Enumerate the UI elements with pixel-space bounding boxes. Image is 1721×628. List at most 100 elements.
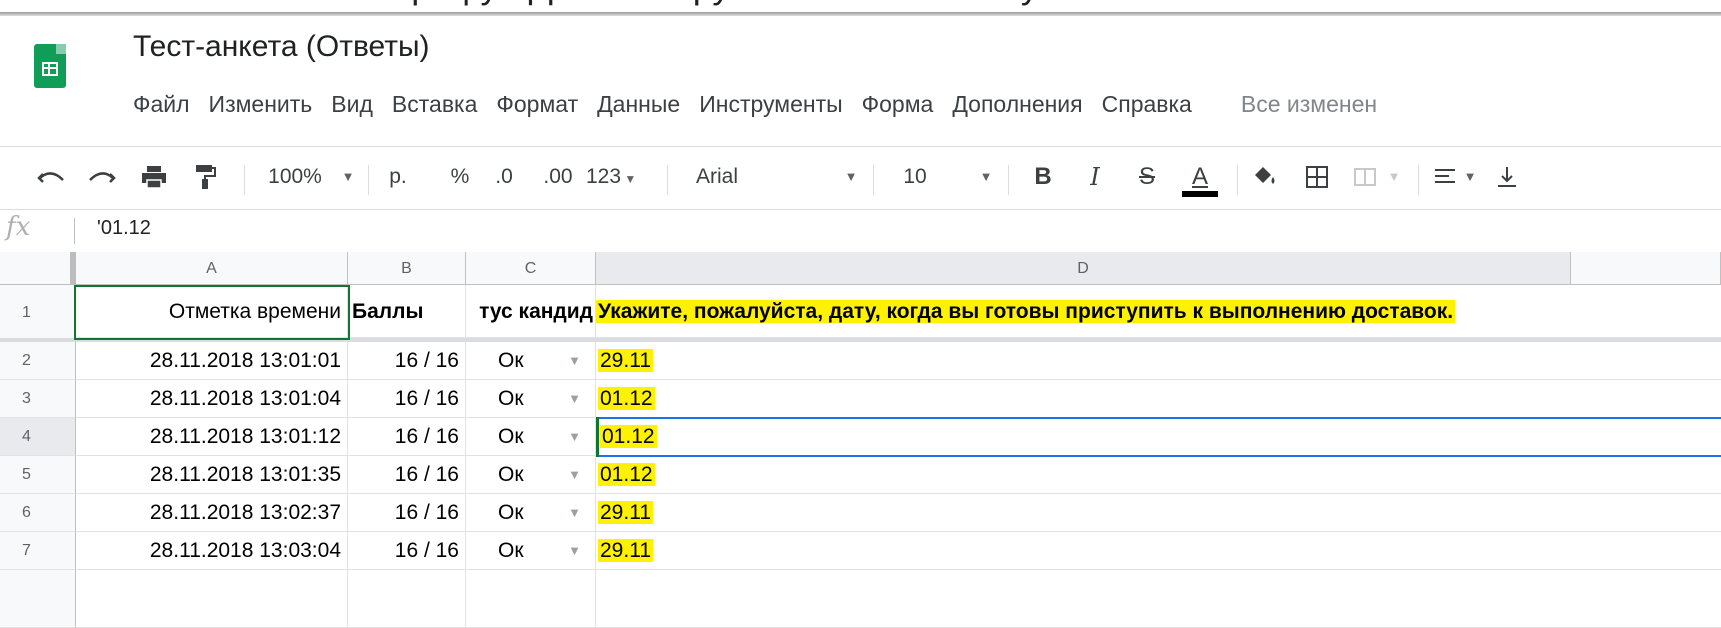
cell-b5[interactable]: 16 / 16 xyxy=(348,456,466,494)
column-header-c[interactable]: C xyxy=(466,252,596,285)
cell-c5[interactable]: Ок ▼ xyxy=(466,456,596,494)
increase-decimal-button[interactable]: .00 xyxy=(536,147,580,207)
increase-decimal-label: .00 xyxy=(543,165,573,188)
cursor-marker xyxy=(596,417,599,457)
column-header-d[interactable]: D xyxy=(596,252,1571,285)
cell-d6[interactable]: 29.11 xyxy=(596,494,1721,532)
menu-tools[interactable]: Инструменты xyxy=(699,86,842,122)
number-format-button[interactable]: 123 ▼ xyxy=(586,147,650,207)
cell-a2[interactable]: 28.11.2018 13:01:01 xyxy=(76,342,348,380)
cell-a5[interactable]: 28.11.2018 13:01:35 xyxy=(76,456,348,494)
cell-c4[interactable]: Ок ▼ xyxy=(466,418,596,456)
cell-b1[interactable]: Баллы xyxy=(348,285,466,338)
menu-addons[interactable]: Дополнения xyxy=(952,86,1082,122)
column-header-b[interactable]: B xyxy=(348,252,466,285)
save-status[interactable]: Все изменен xyxy=(1241,86,1377,122)
column-header-a[interactable]: A xyxy=(76,252,348,285)
row-header-7[interactable]: 7 xyxy=(0,532,76,570)
toolbar-separator xyxy=(1008,165,1009,195)
cell-d8[interactable] xyxy=(596,570,1721,628)
text-color-button[interactable]: A xyxy=(1180,147,1220,207)
fill-color-icon[interactable] xyxy=(1250,147,1280,207)
merge-cells-icon[interactable] xyxy=(1350,147,1380,207)
align-dropdown-icon[interactable]: ▼ xyxy=(1460,147,1480,207)
cell-b7[interactable]: 16 / 16 xyxy=(348,532,466,570)
column-header-e[interactable] xyxy=(1571,252,1721,285)
cell-c7[interactable]: Ок ▼ xyxy=(466,532,596,570)
menu-view[interactable]: Вид xyxy=(331,86,373,122)
undo-icon[interactable] xyxy=(36,147,66,207)
dropdown-arrow-icon[interactable]: ▼ xyxy=(568,532,581,569)
status-value: Ок xyxy=(498,501,524,524)
dropdown-arrow-icon[interactable]: ▼ xyxy=(568,494,581,531)
highlighted-date: 01.12 xyxy=(598,463,655,486)
cell-c2[interactable]: Ок ▼ xyxy=(466,342,596,380)
cell-a8[interactable] xyxy=(76,570,348,628)
cell-d4[interactable]: 01.12 xyxy=(596,418,1721,456)
paint-format-icon[interactable] xyxy=(190,147,220,207)
borders-icon[interactable] xyxy=(1302,147,1332,207)
zoom-select[interactable]: 100% xyxy=(265,147,325,207)
cell-b8[interactable] xyxy=(348,570,466,628)
dropdown-arrow-icon[interactable]: ▼ xyxy=(568,418,581,455)
font-size-select[interactable]: 10 xyxy=(898,147,932,207)
row-header-8[interactable] xyxy=(0,570,76,628)
highlighted-date: 29.11 xyxy=(598,501,653,524)
menu-insert[interactable]: Вставка xyxy=(392,86,478,122)
currency-format-button[interactable]: р. xyxy=(380,147,416,207)
horizontal-align-icon[interactable] xyxy=(1430,147,1460,207)
cell-b2[interactable]: 16 / 16 xyxy=(348,342,466,380)
italic-button[interactable]: I xyxy=(1082,147,1108,207)
row-header-5[interactable]: 5 xyxy=(0,456,76,494)
menu-edit[interactable]: Изменить xyxy=(209,86,313,122)
percent-format-button[interactable]: % xyxy=(448,147,472,207)
cell-b4[interactable]: 16 / 16 xyxy=(348,418,466,456)
toolbar-separator xyxy=(873,165,874,195)
document-title[interactable]: Тест-анкета (Ответы) xyxy=(133,30,430,64)
cell-a1[interactable]: Отметка времени xyxy=(76,285,348,338)
cell-c8[interactable] xyxy=(466,570,596,628)
cell-d5[interactable]: 01.12 xyxy=(596,456,1721,494)
status-value: Ок xyxy=(498,463,524,486)
cell-d3[interactable]: 01.12 xyxy=(596,380,1721,418)
dropdown-arrow-icon[interactable]: ▼ xyxy=(568,456,581,493)
strikethrough-button[interactable]: S xyxy=(1134,147,1160,207)
formula-input[interactable]: '01.12 xyxy=(97,217,151,240)
zoom-dropdown-icon[interactable]: ▼ xyxy=(338,147,358,207)
dropdown-arrow-icon[interactable]: ▼ xyxy=(568,342,581,379)
cell-b3[interactable]: 16 / 16 xyxy=(348,380,466,418)
cell-d2[interactable]: 29.11 xyxy=(596,342,1721,380)
cell-b6[interactable]: 16 / 16 xyxy=(348,494,466,532)
cell-a6[interactable]: 28.11.2018 13:02:37 xyxy=(76,494,348,532)
decrease-decimal-button[interactable]: .0 xyxy=(486,147,522,207)
cell-d1[interactable]: Укажите, пожалуйста, дату, когда вы гото… xyxy=(596,285,1721,338)
font-family-select[interactable]: Arial xyxy=(696,147,836,207)
menu-help[interactable]: Справка xyxy=(1102,86,1192,122)
menu-file[interactable]: Файл xyxy=(133,86,190,122)
font-dropdown-icon[interactable]: ▼ xyxy=(841,147,861,207)
menu-form[interactable]: Форма xyxy=(862,86,934,122)
cell-d7[interactable]: 29.11 xyxy=(596,532,1721,570)
merge-dropdown-icon[interactable]: ▼ xyxy=(1384,147,1404,207)
row-header-4[interactable]: 4 xyxy=(0,418,76,456)
row-header-1[interactable]: 1 xyxy=(0,285,76,340)
menu-format[interactable]: Формат xyxy=(496,86,578,122)
menu-data[interactable]: Данные xyxy=(597,86,680,122)
cell-c6[interactable]: Ок ▼ xyxy=(466,494,596,532)
row-header-3[interactable]: 3 xyxy=(0,380,76,418)
redo-icon[interactable] xyxy=(87,147,117,207)
cell-c1[interactable]: тус кандид xyxy=(466,285,596,338)
print-icon[interactable] xyxy=(139,147,169,207)
row-header-2[interactable]: 2 xyxy=(0,342,76,380)
cell-a4[interactable]: 28.11.2018 13:01:12 xyxy=(76,418,348,456)
row-header-6[interactable]: 6 xyxy=(0,494,76,532)
bold-button[interactable]: B xyxy=(1030,147,1056,207)
cell-a3[interactable]: 28.11.2018 13:01:04 xyxy=(76,380,348,418)
vertical-align-icon[interactable] xyxy=(1492,147,1522,207)
cell-a7[interactable]: 28.11.2018 13:03:04 xyxy=(76,532,348,570)
dropdown-arrow-icon[interactable]: ▼ xyxy=(568,380,581,417)
select-all-corner[interactable] xyxy=(0,252,76,285)
cell-c3[interactable]: Ок ▼ xyxy=(466,380,596,418)
font-size-dropdown-icon[interactable]: ▼ xyxy=(976,147,996,207)
sheets-logo-icon[interactable] xyxy=(34,44,66,88)
